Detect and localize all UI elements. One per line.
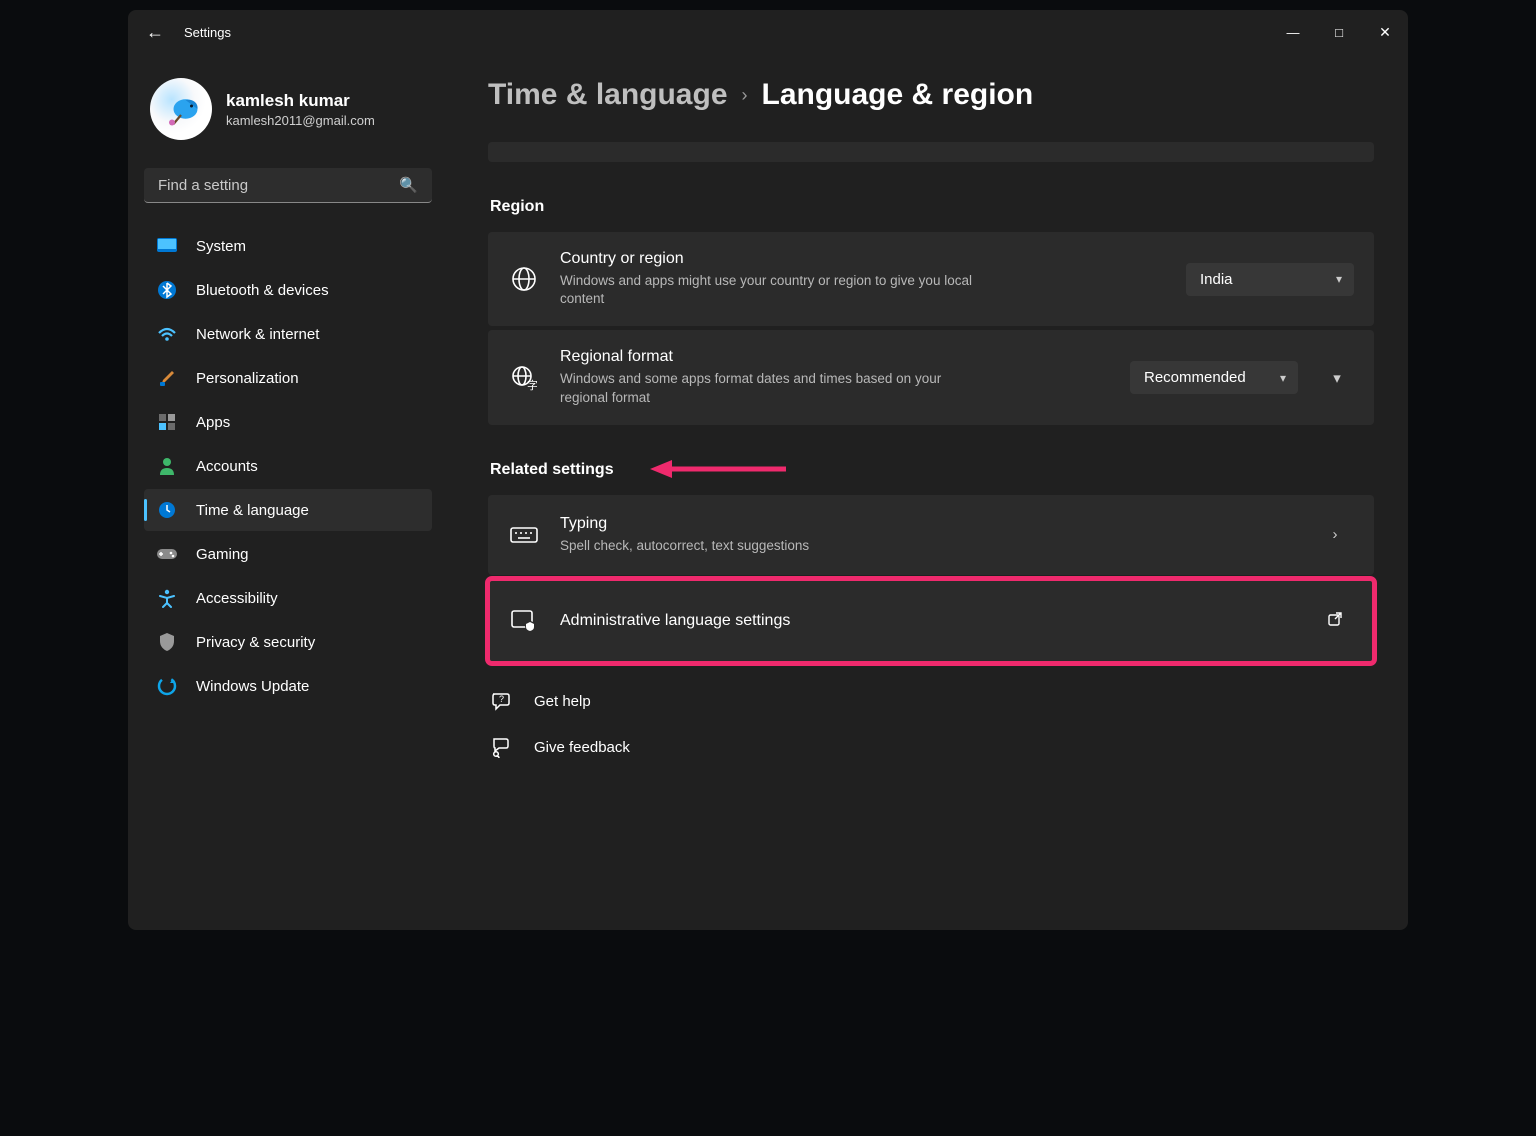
get-help-link[interactable]: ? Get help <box>490 687 1404 715</box>
bluetooth-icon <box>156 279 178 301</box>
nav-gaming[interactable]: Gaming <box>144 533 432 575</box>
gamepad-icon <box>156 543 178 565</box>
nav-personalization[interactable]: Personalization <box>144 357 432 399</box>
clock-globe-icon <box>156 499 178 521</box>
card-text: Typing Spell check, autocorrect, text su… <box>560 515 1296 555</box>
titlebar-left: ← Settings <box>146 22 231 43</box>
card-text: Regional format Windows and some apps fo… <box>560 348 1108 406</box>
card-text: Country or region Windows and apps might… <box>560 250 1164 308</box>
typing-link[interactable]: Typing Spell check, autocorrect, text su… <box>488 495 1374 575</box>
nav-accounts[interactable]: Accounts <box>144 445 432 487</box>
help-icon: ? <box>490 687 512 715</box>
search-icon: 🔍 <box>399 176 418 194</box>
chevron-right-icon: › <box>1318 526 1352 543</box>
nav-label: System <box>196 238 246 255</box>
chevron-down-icon: ▾ <box>1336 272 1342 286</box>
search-input[interactable] <box>158 177 391 194</box>
expand-chevron-icon[interactable]: ▾ <box>1320 369 1354 387</box>
collapsed-card[interactable] <box>488 142 1374 162</box>
nav-label: Accounts <box>196 458 258 475</box>
nav-label: Privacy & security <box>196 634 315 651</box>
minimize-button[interactable]: — <box>1270 16 1316 48</box>
country-region-row[interactable]: Country or region Windows and apps might… <box>488 232 1374 326</box>
footer-links: ? Get help Give feedback <box>488 687 1404 761</box>
keyboard-icon <box>510 521 538 549</box>
nav-label: Personalization <box>196 370 299 387</box>
nav-bluetooth[interactable]: Bluetooth & devices <box>144 269 432 311</box>
footer-label: Give feedback <box>534 739 630 756</box>
chevron-right-icon: › <box>742 85 748 106</box>
nav-label: Windows Update <box>196 678 309 695</box>
nav: System Bluetooth & devices Network & int… <box>144 225 432 707</box>
admin-language-settings-link[interactable]: Administrative language settings <box>488 579 1374 663</box>
app-title: Settings <box>184 25 231 40</box>
svg-text:?: ? <box>499 694 504 704</box>
globe-a-icon: 字 <box>510 364 538 392</box>
format-select[interactable]: Recommended ▾ <box>1130 361 1298 394</box>
user-name: kamlesh kumar <box>226 91 375 111</box>
sidebar: kamlesh kumar kamlesh2011@gmail.com 🔍 Sy… <box>128 54 448 930</box>
card-subtitle: Windows and some apps format dates and t… <box>560 370 980 406</box>
window-controls: — □ ✕ <box>1270 16 1408 48</box>
wifi-icon <box>156 323 178 345</box>
update-icon <box>156 675 178 697</box>
breadcrumb: Time & language › Language & region <box>488 78 1404 112</box>
nav-label: Apps <box>196 414 230 431</box>
select-value: Recommended <box>1144 369 1246 386</box>
country-select[interactable]: India ▾ <box>1186 263 1354 296</box>
back-icon[interactable]: ← <box>146 22 164 43</box>
card-title: Country or region <box>560 250 1164 268</box>
card-subtitle: Spell check, autocorrect, text suggestio… <box>560 537 1296 555</box>
nav-system[interactable]: System <box>144 225 432 267</box>
user-text: kamlesh kumar kamlesh2011@gmail.com <box>226 91 375 128</box>
titlebar: ← Settings — □ ✕ <box>128 10 1408 54</box>
body: kamlesh kumar kamlesh2011@gmail.com 🔍 Sy… <box>128 54 1408 930</box>
nav-network[interactable]: Network & internet <box>144 313 432 355</box>
shield-icon <box>156 631 178 653</box>
card-title: Administrative language settings <box>560 612 1296 630</box>
display-icon <box>156 235 178 257</box>
nav-update[interactable]: Windows Update <box>144 665 432 707</box>
user-email: kamlesh2011@gmail.com <box>226 113 375 128</box>
open-external-icon <box>1318 611 1352 631</box>
admin-lang-icon <box>510 607 538 635</box>
settings-window: ← Settings — □ ✕ <box>128 10 1408 930</box>
regional-format-row[interactable]: 字 Regional format Windows and some apps … <box>488 330 1374 424</box>
nav-apps[interactable]: Apps <box>144 401 432 443</box>
main-content: Time & language › Language & region Regi… <box>448 54 1408 930</box>
breadcrumb-current: Language & region <box>762 78 1034 112</box>
nav-label: Time & language <box>196 502 309 519</box>
footer-label: Get help <box>534 693 591 710</box>
globe-icon <box>510 265 538 293</box>
nav-label: Bluetooth & devices <box>196 282 329 299</box>
nav-privacy[interactable]: Privacy & security <box>144 621 432 663</box>
nav-time-language[interactable]: Time & language <box>144 489 432 531</box>
accessibility-icon <box>156 587 178 609</box>
section-region: Region <box>490 198 1404 216</box>
person-icon <box>156 455 178 477</box>
user-block[interactable]: kamlesh kumar kamlesh2011@gmail.com <box>144 64 432 164</box>
give-feedback-link[interactable]: Give feedback <box>490 733 1404 761</box>
maximize-button[interactable]: □ <box>1316 16 1362 48</box>
nav-accessibility[interactable]: Accessibility <box>144 577 432 619</box>
card-title: Typing <box>560 515 1296 533</box>
brush-icon <box>156 367 178 389</box>
breadcrumb-parent[interactable]: Time & language <box>488 78 728 112</box>
card-text: Administrative language settings <box>560 612 1296 630</box>
nav-label: Accessibility <box>196 590 278 607</box>
feedback-icon <box>490 733 512 761</box>
svg-text:字: 字 <box>527 378 537 391</box>
nav-label: Network & internet <box>196 326 319 343</box>
apps-icon <box>156 411 178 433</box>
card-title: Regional format <box>560 348 1108 366</box>
search-box[interactable]: 🔍 <box>144 168 432 203</box>
related-settings-group: Related settings Typing Spell check, aut… <box>488 461 1404 663</box>
avatar <box>150 78 212 140</box>
nav-label: Gaming <box>196 546 249 563</box>
chevron-down-icon: ▾ <box>1280 371 1286 385</box>
section-related: Related settings <box>490 461 1404 479</box>
close-button[interactable]: ✕ <box>1362 16 1408 48</box>
select-value: India <box>1200 271 1233 288</box>
card-subtitle: Windows and apps might use your country … <box>560 272 980 308</box>
